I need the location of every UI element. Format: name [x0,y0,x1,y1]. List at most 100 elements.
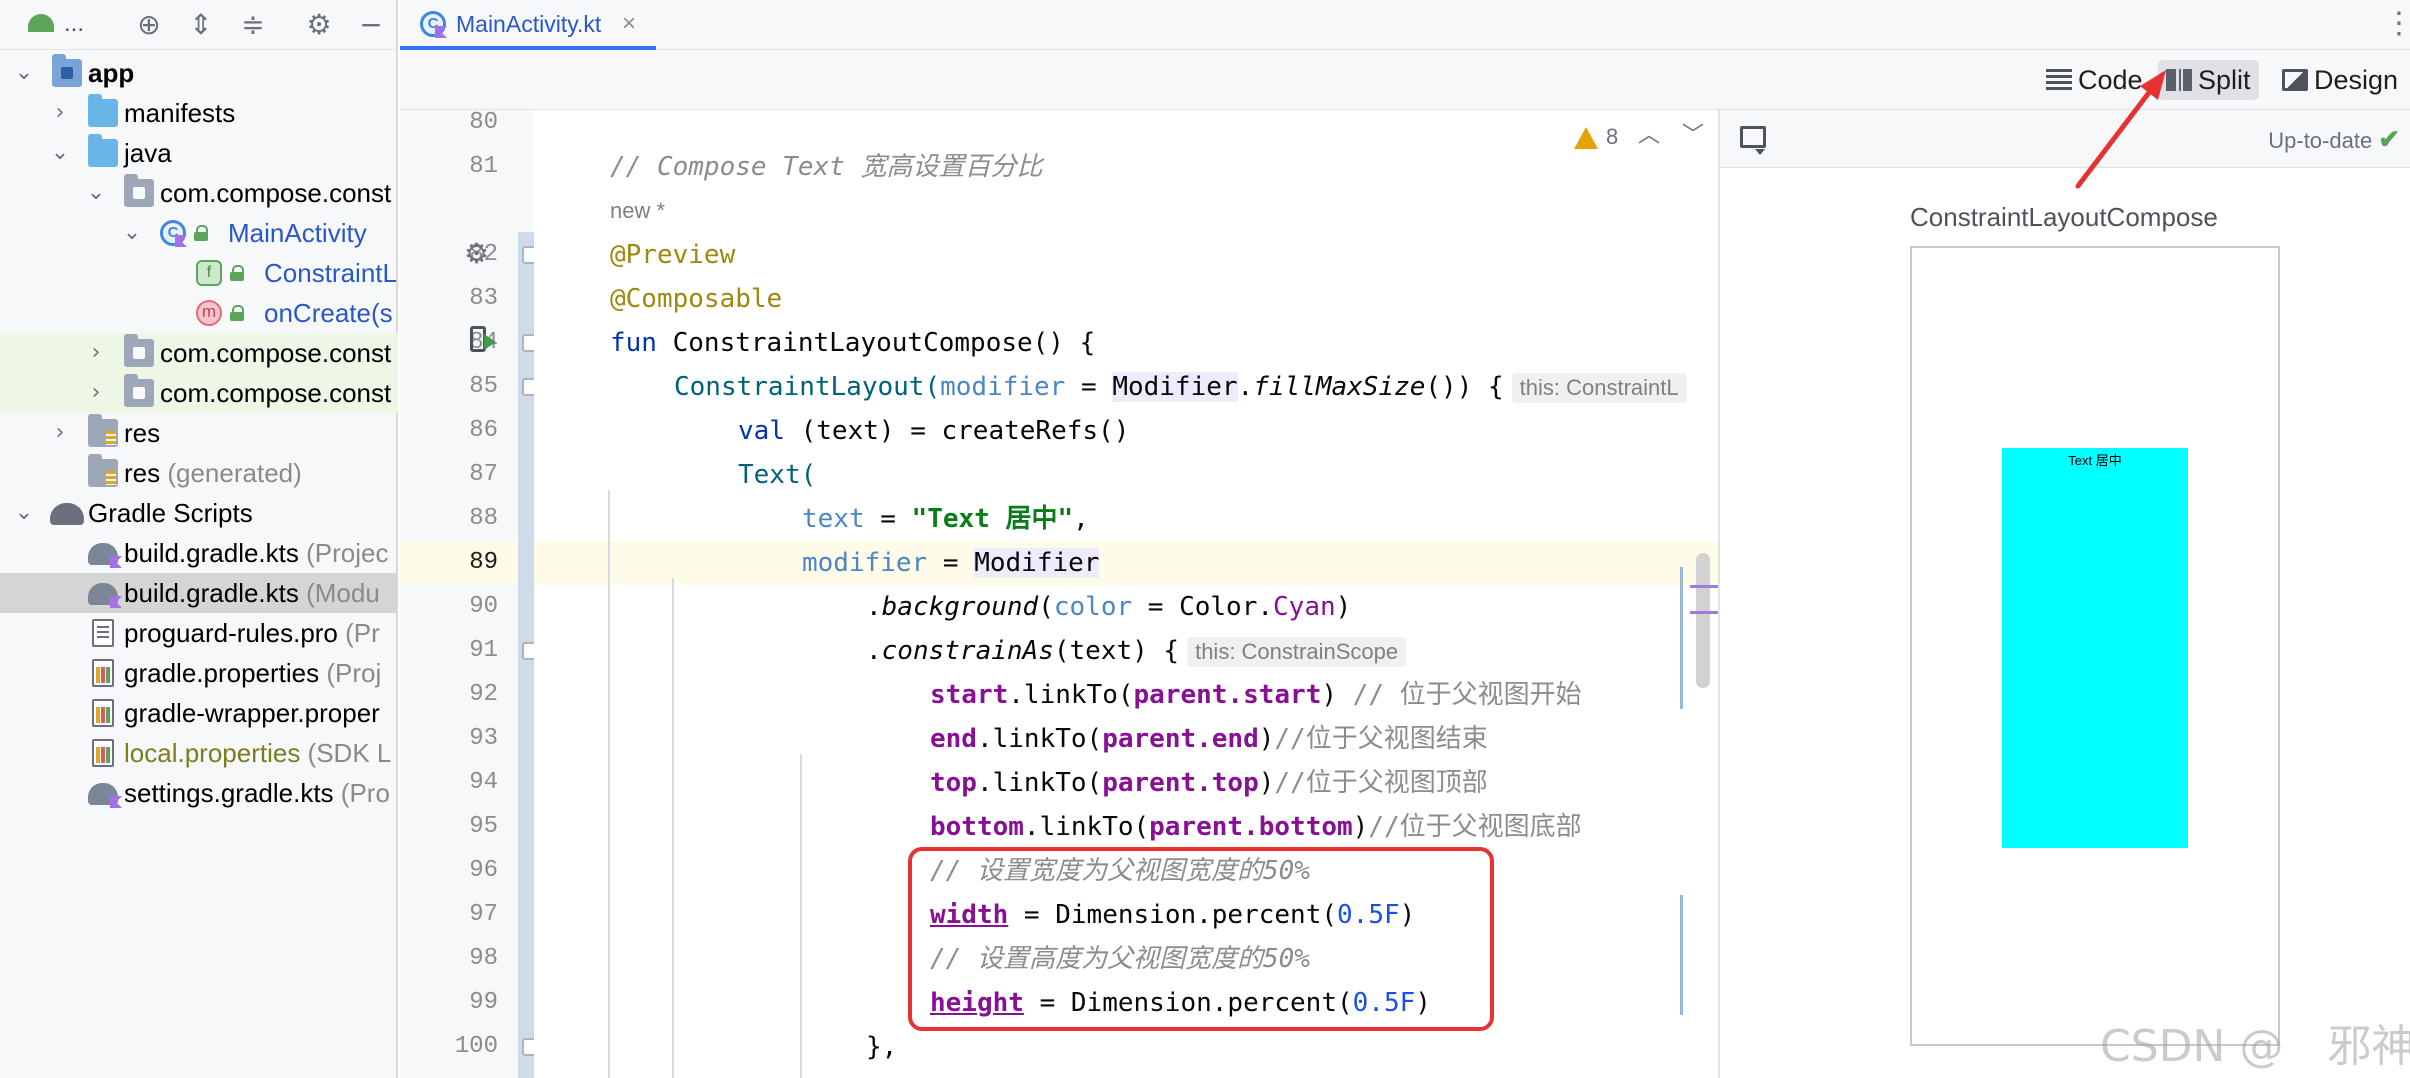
tree-item-app[interactable]: ⌄ app [0,53,398,93]
tree-item-res-generated[interactable]: res (generated) [0,453,398,493]
run-preview-icon[interactable] [470,326,500,356]
code-token: Modifier [1112,372,1238,402]
compose-preview-panel: Up-to-date ✔ ConstraintLayoutCompose Text… [1718,110,2410,1078]
fn-call: ConstraintLayout( [674,372,941,402]
properties-file-icon [92,699,114,727]
tree-item-label-group: local.properties (SDK L [124,733,391,773]
design-view-button[interactable]: Design [2274,60,2406,100]
current-line-highlight [534,541,1718,585]
chevron-down-icon[interactable]: ⌄ [12,493,36,533]
tree-item-build-gradle-module[interactable]: build.gradle.kts (Modu [0,573,398,613]
code-token: .linkTo( [976,724,1103,754]
android-icon[interactable] [28,14,54,32]
tree-item-method[interactable]: m onCreate(s [0,293,398,333]
tree-item-package[interactable]: › com.compose.const [0,333,398,373]
tree-item-function[interactable]: f ConstraintL [0,253,398,293]
resource-folder-icon [88,454,118,487]
design-view-label: Design [2314,65,2399,95]
editor-scrollbar[interactable] [1696,553,1710,688]
code-line-91: .constrainAs(text) {this: ConstrainScope [866,629,1407,673]
code-token: parent.top [1102,768,1259,798]
tree-item-label: com.compose.const [160,338,392,368]
close-icon[interactable]: × [622,0,636,48]
code-line-100: }, [866,1032,898,1062]
code-token: ( [1038,592,1054,622]
tree-item-label: java [124,138,172,168]
warning-count: 8 [1606,124,1619,149]
minimize-icon[interactable]: − [354,9,388,41]
tree-item-label: settings.gradle.kts [124,778,334,808]
check-icon: ✔ [2378,124,2400,154]
code-line-81: // Compose Text 宽高设置百分比 [610,152,1043,182]
line-number: 89 [469,549,498,576]
indent-guide [608,490,610,1078]
code-token: ) [1258,768,1275,798]
tree-item-settings-gradle[interactable]: settings.gradle.kts (Pro [0,773,398,813]
param-name: modifier [940,372,1066,402]
line-number: 87 [469,461,498,488]
line-number: 88 [469,505,498,532]
chevron-right-icon[interactable]: › [84,373,108,413]
more-options-icon[interactable]: ⋮ [2384,6,2410,42]
code-token: . [1237,372,1254,402]
device-select-icon[interactable] [1740,126,1766,155]
chevron-down-icon[interactable]: ⌄ [12,53,36,93]
code-token: Modifier [974,548,1100,578]
design-image-icon [2282,68,2308,91]
tree-item-build-gradle-project[interactable]: build.gradle.kts (Projec [0,533,398,573]
chevron-down-icon[interactable]: ⌄ [48,133,72,173]
tree-item-gradle-properties[interactable]: gradle.properties (Proj [0,653,398,693]
code-token: .linkTo( [976,768,1103,798]
tree-item-package[interactable]: › com.compose.const [0,373,398,413]
tree-item-gradle-wrapper[interactable]: gradle-wrapper.proper [0,693,398,733]
chevron-right-icon[interactable]: › [48,413,72,453]
tree-item-res[interactable]: › res [0,413,398,453]
tree-item-hint: (Pr [337,618,380,648]
project-panel: ... ⊕ ⇕ ≑ ⚙ − ⌄ app › manifests ⌄ java ⌄… [0,0,398,1078]
kw-fun: fun [610,328,673,358]
chevron-down-icon[interactable]: ﹀ [1680,120,1706,150]
method-icon: m [196,300,222,326]
preview-device-frame[interactable]: Text 居中 [1910,246,2280,1046]
collapse-all-icon[interactable]: ≑ [236,9,270,41]
tab-mainactivity[interactable]: C MainActivity.kt × [400,0,656,50]
code-line-90: .background(color = Color.Cyan) [866,585,1351,629]
line-number: 83 [469,285,498,312]
code-token: Cyan [1273,592,1336,622]
line-number: 100 [454,1033,498,1060]
tree-item-package[interactable]: ⌄ com.compose.const [0,173,398,213]
chevron-down-icon[interactable]: ⌄ [120,213,144,253]
tree-item-manifests[interactable]: › manifests [0,93,398,133]
expand-all-icon[interactable]: ⇕ [184,9,218,41]
tree-item-label-group: settings.gradle.kts (Pro [124,773,390,813]
lock-icon [230,265,244,281]
gear-icon[interactable]: ⚙ [302,9,336,41]
gradle-kts-icon [88,583,118,605]
tree-item-hint: (generated) [160,458,302,488]
kotlin-class-icon: C [160,220,186,246]
tree-item-local-properties[interactable]: local.properties (SDK L [0,733,398,773]
project-view-title[interactable]: ... [64,8,84,40]
locate-icon[interactable]: ⊕ [132,9,166,41]
change-marker [1680,567,1683,709]
chevron-up-icon[interactable]: ︿ [1636,120,1662,150]
code-token: (text) { [1053,636,1180,666]
tree-item-label: com.compose.const [160,178,392,208]
code-token: fillMaxSize [1253,372,1426,402]
chevron-right-icon[interactable]: › [48,93,72,133]
code-token: ) [1335,592,1352,622]
tree-item-mainactivity[interactable]: ⌄ C MainActivity [0,213,398,253]
tree-item-label-group: build.gradle.kts (Modu [124,573,380,613]
tree-item-label-group: build.gradle.kts (Projec [124,533,388,573]
code-token: ) [1352,812,1369,842]
chevron-down-icon[interactable]: ⌄ [84,173,108,213]
inspection-widget[interactable]: 8 [1574,122,1618,152]
tab-label: MainActivity.kt [456,11,602,37]
chevron-right-icon[interactable]: › [84,333,108,373]
code-token: parent.start [1133,680,1322,710]
gear-icon[interactable]: ⚙ [464,236,489,272]
tree-item-proguard[interactable]: proguard-rules.pro (Pr [0,613,398,653]
project-toolbar: ... ⊕ ⇕ ≑ ⚙ − [0,0,398,50]
tree-item-java[interactable]: ⌄ java [0,133,398,173]
tree-item-gradle-scripts[interactable]: ⌄ Gradle Scripts [0,493,398,533]
